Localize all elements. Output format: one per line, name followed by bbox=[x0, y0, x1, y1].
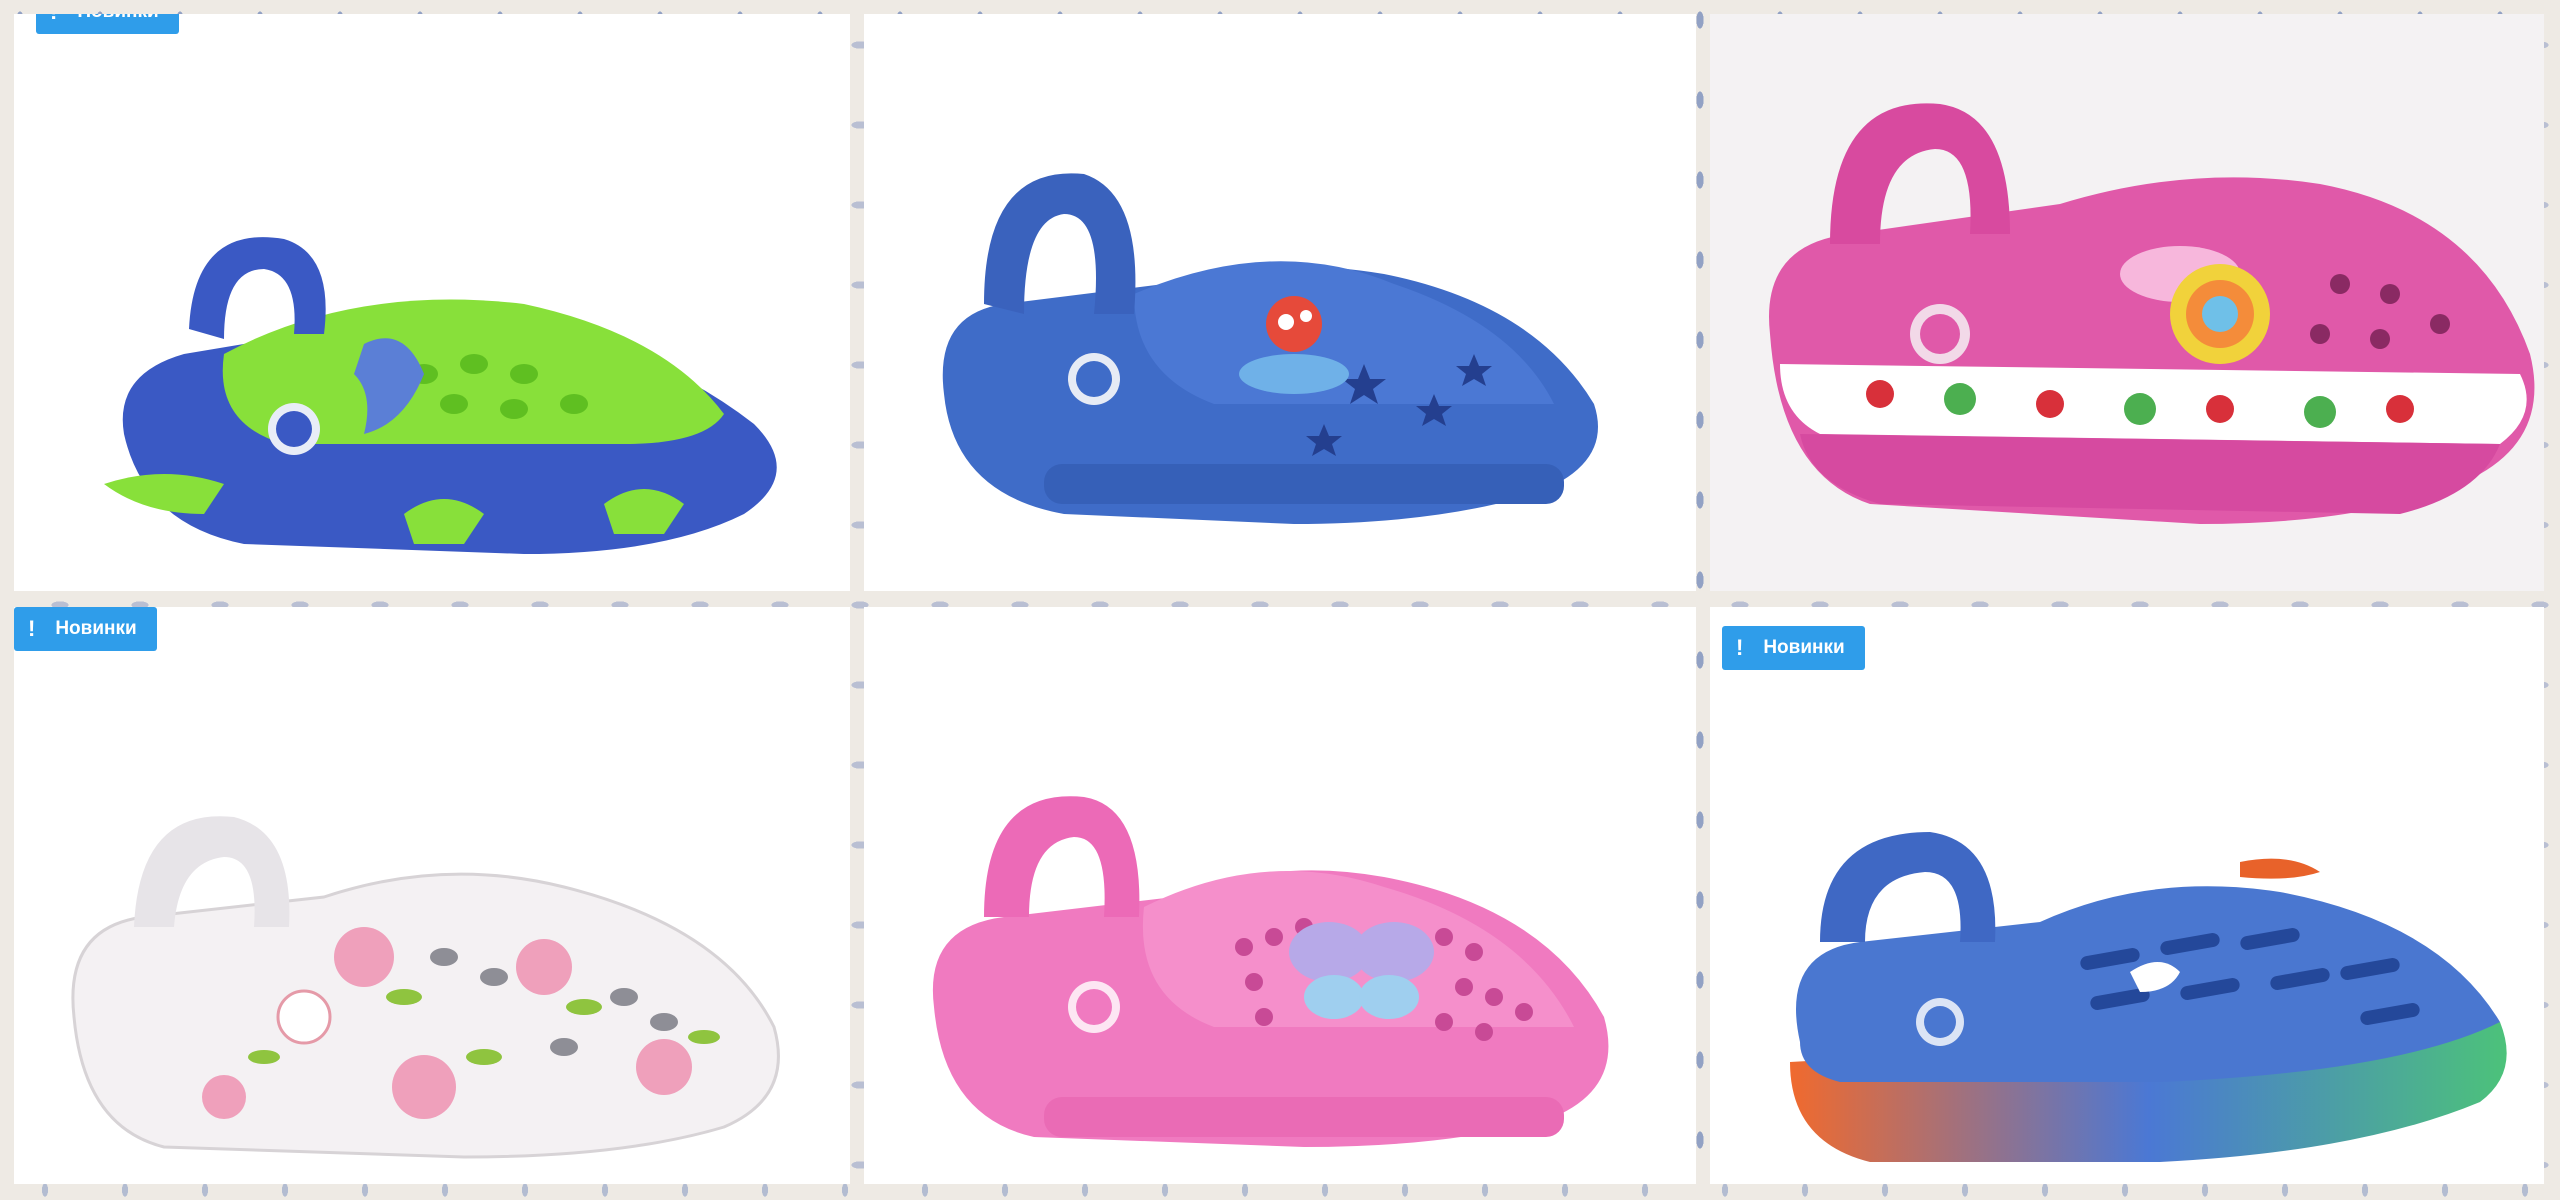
new-badge: ! Новинки bbox=[1722, 626, 1865, 670]
product-image bbox=[1780, 822, 2520, 1177]
exclamation-icon: ! bbox=[28, 616, 36, 641]
exclamation-icon: ! bbox=[1736, 635, 1744, 660]
product-image bbox=[1760, 94, 2544, 591]
product-image bbox=[924, 777, 1634, 1177]
badge-label: Новинки bbox=[55, 618, 137, 639]
exclamation-icon: ! bbox=[50, 14, 57, 25]
product-card[interactable]: ! Новинки bbox=[14, 607, 850, 1184]
badge-label: Новинки bbox=[1763, 637, 1845, 658]
product-grid: ! Новинки ! Новинки bbox=[0, 0, 2560, 1200]
product-card[interactable]: ! Новинки bbox=[1710, 607, 2544, 1184]
product-card[interactable]: ! Новинки bbox=[14, 14, 850, 591]
new-badge: ! Новинки bbox=[36, 14, 179, 34]
product-card[interactable] bbox=[1710, 14, 2544, 591]
product-image bbox=[64, 807, 794, 1177]
badge-label: Новинки bbox=[77, 14, 158, 23]
product-image bbox=[914, 144, 1634, 564]
product-image bbox=[104, 184, 824, 584]
product-card[interactable] bbox=[864, 14, 1696, 591]
new-badge: ! Новинки bbox=[14, 607, 157, 651]
product-card[interactable] bbox=[864, 607, 1696, 1184]
